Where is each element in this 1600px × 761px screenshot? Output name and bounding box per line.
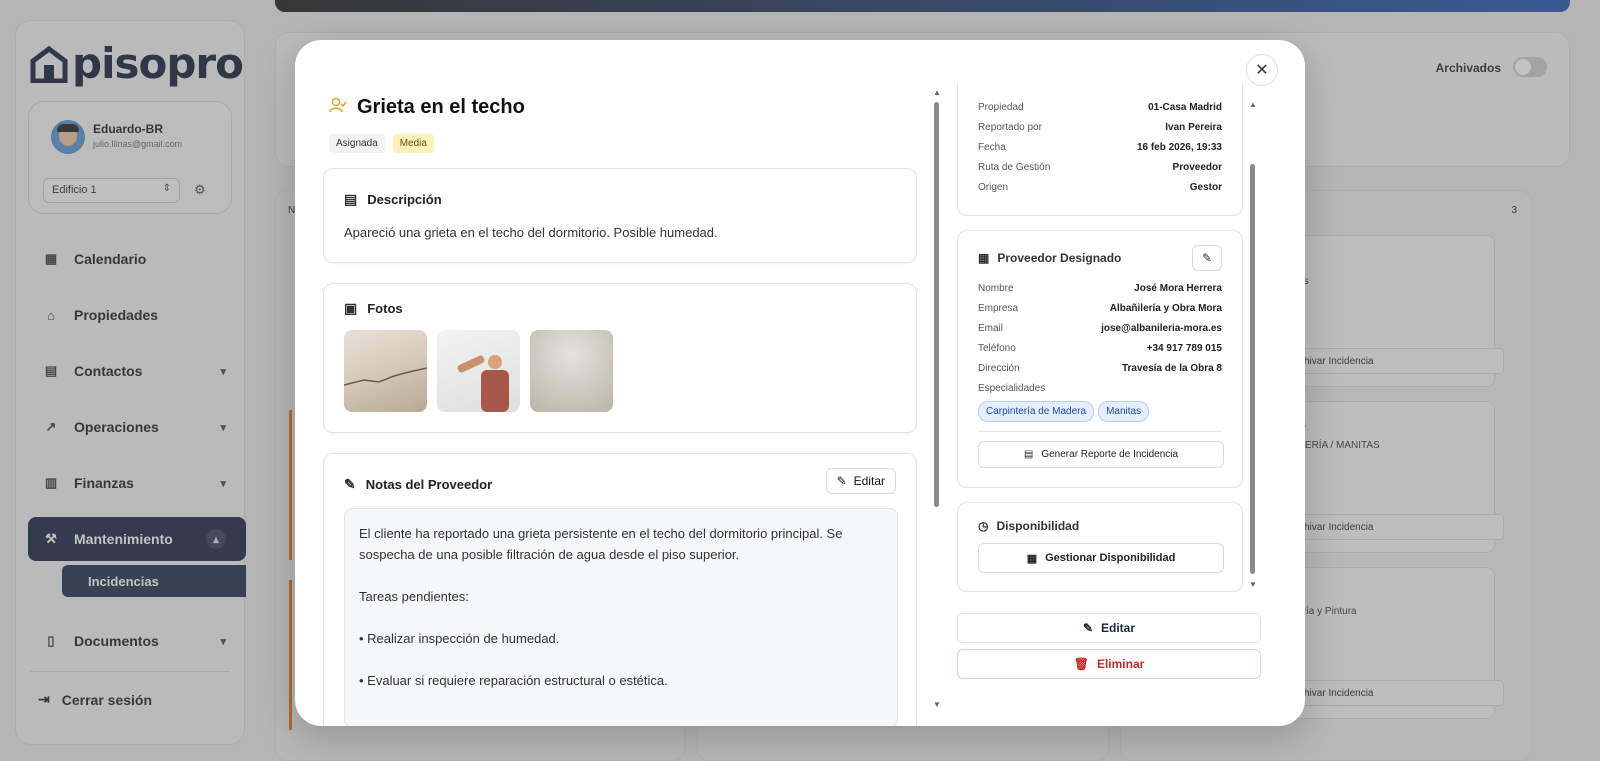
detail-value: 16 feb 2026, 19:33 (1136, 142, 1222, 153)
edit-notes-label: Editar (853, 474, 885, 488)
provider-value: Travesía de la Obra 8 (1121, 363, 1222, 374)
detail-value: Gestor (1189, 182, 1222, 193)
detail-row: Reportado por Ivan Pereira (978, 122, 1222, 133)
building-icon: ▦ (978, 251, 990, 265)
detail-key: Ruta de Gestión (978, 162, 1051, 173)
availability-card: ◷ Disponibilidad ▦ Gestionar Disponibili… (957, 502, 1243, 592)
detail-value: 01-Casa Madrid (1148, 102, 1222, 113)
detail-row: Origen Gestor (978, 182, 1222, 193)
status-badges: Asignada Media (329, 134, 929, 153)
provider-key: Dirección (978, 363, 1020, 374)
edit-incident-label: Editar (1101, 621, 1136, 635)
scroll-up-arrow[interactable]: ▲ (933, 88, 941, 97)
calendar-icon: ▦ (1026, 552, 1038, 565)
detail-value: Ivan Pereira (1165, 122, 1222, 133)
clock-icon: ◷ (978, 519, 989, 533)
description-heading: ▤ Descripción (344, 191, 442, 208)
edit-icon: ✎ (1201, 251, 1213, 265)
specialties-row: Especialidades (978, 383, 1222, 394)
modal-title-row: Grieta en el techo (329, 92, 929, 122)
specialties-label: Especialidades (978, 383, 1046, 394)
photo-thumbnail[interactable] (437, 330, 520, 412)
photos-card: ▣ Fotos (323, 283, 917, 433)
detail-row: Fecha 16 feb 2026, 19:33 (978, 142, 1222, 153)
provider-value: jose@albanileria-mora.es (1101, 323, 1222, 334)
close-button[interactable]: ✕ (1246, 54, 1278, 86)
detail-key: Origen (978, 182, 1009, 193)
provider-key: Nombre (978, 283, 1014, 294)
generate-report-button[interactable]: ▤ Generar Reporte de Incidencia (978, 441, 1224, 468)
availability-heading-label: Disponibilidad (996, 519, 1080, 533)
detail-row: Ruta de Gestión Proveedor (978, 162, 1222, 173)
detail-key: Reportado por (978, 122, 1042, 133)
description-heading-label: Descripción (367, 192, 442, 207)
provider-value: José Mora Herrera (1134, 283, 1222, 294)
provider-key: Email (978, 323, 1004, 334)
provider-row: Empresa Albañilería y Obra Mora (978, 303, 1222, 314)
notes-paragraph: Tareas pendientes: (359, 589, 469, 604)
left-scrollbar-thumb[interactable] (934, 102, 939, 507)
photos-heading: ▣ Fotos (344, 300, 403, 317)
card-divider (978, 431, 1222, 432)
specialty-chip: Manitas (1098, 401, 1150, 422)
photo-thumbnail[interactable] (530, 330, 613, 412)
photos-heading-label: Fotos (367, 301, 403, 316)
notes-heading: ✎ Notas del Proveedor (344, 476, 492, 493)
provider-card: ▦ Proveedor Designado ✎ Nombre José Mora … (957, 230, 1243, 488)
provider-value: +34 917 789 015 (1146, 343, 1222, 354)
detail-key: Fecha (978, 142, 1006, 153)
notes-heading-label: Notas del Proveedor (365, 477, 493, 492)
notes-paragraph: • Realizar inspección de humedad. (359, 631, 560, 646)
trash-icon: 🗑 (1073, 657, 1089, 671)
provider-key: Empresa (978, 303, 1019, 314)
edit-provider-button[interactable]: ✎ (1192, 245, 1222, 271)
scroll-down-arrow[interactable]: ▼ (1249, 580, 1257, 589)
priority-badge: Media (392, 134, 434, 153)
scroll-up-arrow[interactable]: ▲ (1249, 100, 1257, 109)
edit-icon: ✎ (836, 474, 847, 488)
provider-heading: ▦ Proveedor Designado (978, 251, 1121, 265)
incident-modal: ✕ Grieta en el techo Asignada Media ▤ De… (295, 40, 1305, 726)
delete-incident-label: Eliminar (1096, 657, 1145, 671)
photo-thumbnail[interactable] (344, 330, 427, 412)
details-card: Propiedad 01-Casa Madrid Reportado por Iva… (957, 84, 1243, 216)
notes-text-box: El cliente ha reportado una grieta persi… (344, 508, 898, 726)
notes-paragraph: • Evaluar si requiere reparación estruct… (359, 673, 668, 688)
specialty-chip: Carpintería de Madera (978, 401, 1095, 422)
note-edit-icon: ✎ (344, 476, 356, 492)
provider-value: Albañilería y Obra Mora (1109, 303, 1222, 314)
provider-row: Email jose@albanileria-mora.es (978, 323, 1222, 334)
manage-availability-button[interactable]: ▦ Gestionar Disponibilidad (978, 543, 1224, 573)
availability-heading: ◷ Disponibilidad (978, 519, 1079, 533)
file-icon: ▤ (1023, 449, 1034, 460)
edit-icon: ✎ (1082, 621, 1094, 635)
provider-heading-label: Proveedor Designado (997, 251, 1122, 265)
right-scrollbar-thumb[interactable] (1250, 164, 1255, 574)
status-badge: Asignada (329, 134, 385, 153)
provider-row: Teléfono +34 917 789 015 (978, 343, 1222, 354)
close-icon: ✕ (1255, 62, 1269, 79)
notes-paragraph: El cliente ha reportado una grieta persi… (359, 526, 843, 562)
manage-availability-label: Gestionar Disponibilidad (1045, 552, 1176, 564)
edit-notes-button[interactable]: ✎ Editar (825, 468, 896, 494)
file-text-icon: ▤ (344, 191, 358, 207)
user-assigned-icon (329, 97, 347, 118)
provider-row: Nombre José Mora Herrera (978, 283, 1222, 294)
delete-incident-button[interactable]: 🗑 Eliminar (957, 649, 1261, 679)
modal-main-column: Grieta en el techo Asignada Media (329, 92, 929, 153)
images-icon: ▣ (344, 300, 358, 316)
scroll-down-arrow[interactable]: ▼ (933, 700, 941, 709)
edit-incident-button[interactable]: ✎ Editar (957, 613, 1261, 643)
detail-key: Propiedad (978, 102, 1024, 113)
detail-value: Proveedor (1172, 162, 1222, 173)
modal-title: Grieta en el techo (357, 95, 525, 118)
provider-notes-card: ✎ Notas del Proveedor ✎ Editar El client… (323, 453, 917, 726)
description-card: ▤ Descripción Apareció una grieta en el … (323, 168, 917, 263)
generate-report-label: Generar Reporte de Incidencia (1041, 449, 1179, 460)
provider-row: Dirección Travesía de la Obra 8 (978, 363, 1222, 374)
description-text: Apareció una grieta en el techo del dorm… (344, 225, 718, 240)
provider-key: Teléfono (978, 343, 1016, 354)
detail-row: Propiedad 01-Casa Madrid (978, 102, 1222, 113)
specialty-chips: Carpintería de Madera Manitas (978, 401, 1153, 422)
